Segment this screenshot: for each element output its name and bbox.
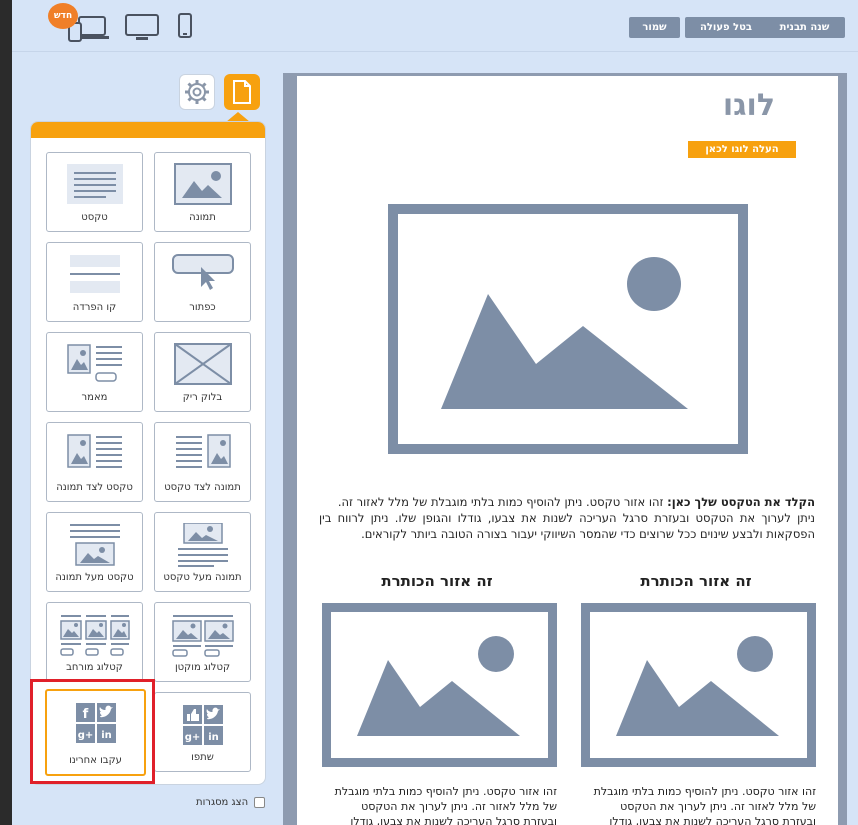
blocks-panel: תמונה טקסט כפתור קו הפרדה בלוק ריק מאמר …: [30, 121, 266, 785]
image-block-icon: [173, 163, 232, 205]
desktop-icon[interactable]: [124, 13, 160, 45]
left-column-image[interactable]: [322, 603, 557, 767]
blocks-tab[interactable]: [224, 74, 260, 110]
svg-text:f: f: [82, 707, 88, 722]
block-empty[interactable]: בלוק ריק: [154, 332, 251, 412]
left-col-line1: זהו אזור טקסט. ניתן להוסיף כמות בלתי מוג…: [334, 785, 557, 798]
block-text-beside-image[interactable]: טקסט לצד תמונה: [46, 422, 143, 502]
block-follow-us[interactable]: f g+ in עקבו אחרינו: [45, 689, 146, 776]
text-above-image-icon: [69, 524, 120, 566]
block-share[interactable]: g+ in שתפו: [154, 692, 251, 772]
extended-catalog-icon: [59, 615, 130, 656]
block-button[interactable]: כפתור: [154, 242, 251, 322]
gear-icon: [185, 80, 209, 104]
block-image[interactable]: תמונה: [154, 152, 251, 232]
svg-text:in: in: [208, 732, 219, 743]
follow-social-icons: f g+ in: [75, 703, 116, 743]
button-block-icon: [171, 254, 234, 290]
empty-block-icon: [173, 343, 232, 385]
show-frames-toggle[interactable]: הצג מסגרות: [196, 797, 266, 808]
block-article[interactable]: מאמר: [46, 332, 143, 412]
right-col-line2: של מלל לאזור זה. ניתן לערוך את הטקסט: [620, 800, 816, 813]
show-frames-checkbox[interactable]: [254, 797, 266, 808]
right-column-text[interactable]: זהו אזור טקסט. ניתן להוסיף כמות בלתי מוג…: [581, 784, 816, 825]
settings-tab[interactable]: [179, 74, 215, 110]
right-column-title[interactable]: זה אזור הכותרת: [581, 572, 811, 590]
left-column-text[interactable]: זהו אזור טקסט. ניתן להוסיף כמות בלתי מוג…: [322, 784, 557, 825]
block-text-above-image[interactable]: טקסט מעל תמונה: [46, 512, 143, 592]
right-col-line3: ובעזרת סרגל העריכה לשנות את צבעו, גודלו: [609, 815, 816, 825]
right-col-line1: זהו אזור טקסט. ניתן להוסיף כמות בלתי מוג…: [593, 785, 816, 798]
image-above-text-icon: [177, 523, 228, 567]
upload-logo-button[interactable]: העלה לוגו לכאן: [688, 141, 796, 158]
mobile-icon[interactable]: [177, 13, 193, 43]
logo-placeholder[interactable]: לוגו: [715, 88, 775, 123]
block-image-above-text[interactable]: תמונה מעל טקסט: [154, 512, 251, 592]
block-extended-catalog[interactable]: קטלוג מורחב: [46, 602, 143, 682]
left-col-line3: ובעזרת סרגל העריכה לשנות את צבעו, גודלו: [350, 815, 557, 825]
window-edge: [0, 0, 12, 825]
intro-text-line2: ניתן לערוך את הטקסט ובעזרת סרגל העריכה ל…: [319, 511, 815, 541]
block-text[interactable]: טקסט: [46, 152, 143, 232]
panel-header: [31, 122, 265, 138]
article-block-icon: [66, 344, 122, 382]
intro-text-block[interactable]: הקלד את הטקסט שלך כאן: זהו אזור טקסט. ני…: [319, 494, 815, 542]
svg-text:g+: g+: [184, 732, 200, 743]
left-col-line2: של מלל לאזור זה. ניתן לערוך את הטקסט: [361, 800, 557, 813]
show-frames-label: הצג מסגרות: [196, 797, 249, 808]
text-beside-image-icon: [66, 434, 122, 468]
save-button[interactable]: שמור: [629, 17, 680, 38]
compact-catalog-icon: [171, 615, 234, 657]
svg-text:in: in: [101, 730, 112, 741]
email-canvas: לוגו העלה לוגו לכאן הקלד את הטקסט שלך כא…: [297, 76, 838, 825]
page-icon: [233, 80, 251, 104]
divider-block-icon: [69, 255, 120, 293]
new-badge: חדש: [48, 3, 78, 29]
left-column-title[interactable]: זה אזור הכותרת: [322, 572, 552, 590]
intro-bold-text: הקלד את הטקסט שלך כאן:: [667, 495, 815, 509]
text-block-icon: [66, 164, 123, 204]
block-image-beside-text[interactable]: תמונה לצד טקסט: [154, 422, 251, 502]
image-beside-text-icon: [175, 434, 231, 468]
change-template-button[interactable]: שנה תבנית: [764, 17, 845, 38]
block-compact-catalog[interactable]: קטלוג מוקטן: [154, 602, 251, 682]
svg-text:g+: g+: [77, 730, 93, 741]
right-column-image[interactable]: [581, 603, 816, 767]
undo-button[interactable]: בטל פעולה: [685, 17, 767, 38]
intro-text-line1: זהו אזור טקסט. ניתן להוסיף כמות בלתי מוג…: [337, 495, 668, 509]
share-social-icons: g+ in: [182, 705, 223, 745]
main-image-placeholder[interactable]: [388, 204, 748, 454]
block-divider[interactable]: קו הפרדה: [46, 242, 143, 322]
